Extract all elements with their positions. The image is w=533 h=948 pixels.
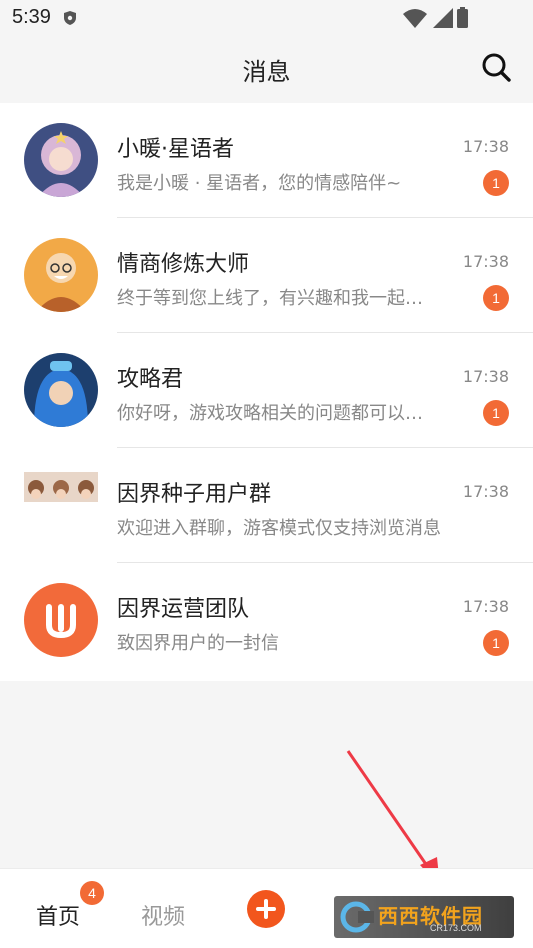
shield-icon — [64, 11, 76, 25]
conversation-time: 17:38 — [462, 597, 509, 616]
watermark-subtext: CR173.COM — [430, 923, 482, 933]
list-item[interactable]: 因界运营团队 17:38 致因界用户的一封信 1 — [0, 563, 533, 678]
unread-badge: 1 — [483, 630, 509, 656]
list-item[interactable]: 情商修炼大师 17:38 终于等到您上线了，有兴趣和我一起… 1 — [0, 218, 533, 333]
wifi-icon — [403, 9, 427, 28]
tab-video[interactable]: 视频 — [141, 899, 185, 931]
conversation-name: 情商修炼大师 — [117, 252, 250, 277]
conversation-preview: 欢迎进入群聊，游客模式仅支持浏览消息 — [117, 518, 441, 539]
conversation-time: 17:38 — [462, 252, 509, 271]
list-item[interactable]: 攻略君 17:38 你好呀，游戏攻略相关的问题都可以… 1 — [0, 333, 533, 448]
conversation-time: 17:38 — [462, 137, 509, 156]
status-time: 5:39 — [12, 6, 51, 28]
unread-badge: 1 — [483, 285, 509, 311]
header: 消息 — [0, 36, 533, 102]
tab-home-badge: 4 — [80, 881, 104, 905]
conversation-preview: 你好呀，游戏攻略相关的问题都可以… — [117, 403, 423, 424]
conversation-name: 因界运营团队 — [117, 597, 250, 622]
avatar — [24, 123, 98, 197]
status-bar: 5:39 — [0, 0, 533, 36]
watermark: 西西软件园 CR173.COM — [334, 896, 514, 938]
list-item[interactable]: 因界种子用户群 17:38 欢迎进入群聊，游客模式仅支持浏览消息 — [0, 448, 533, 563]
avatar — [24, 353, 98, 427]
create-button[interactable] — [247, 890, 285, 928]
watermark-logo — [340, 901, 374, 933]
status-icons — [403, 7, 468, 28]
conversation-preview: 致因界用户的一封信 — [117, 633, 279, 654]
battery-icon — [457, 9, 468, 28]
conversation-name: 小暖·星语者 — [117, 137, 234, 162]
list-item[interactable]: 小暖·星语者 17:38 我是小暖 · 星语者，您的情感陪伴~ 1 — [0, 103, 533, 218]
conversation-list: 小暖·星语者 17:38 我是小暖 · 星语者，您的情感陪伴~ 1 情商修炼大师… — [0, 103, 533, 681]
avatar — [24, 583, 98, 657]
conversation-preview: 终于等到您上线了，有兴趣和我一起… — [117, 288, 423, 309]
search-icon[interactable] — [479, 50, 513, 84]
group-avatar — [24, 472, 98, 502]
conversation-time: 17:38 — [462, 367, 509, 386]
conversation-preview: 我是小暖 · 星语者，您的情感陪伴~ — [117, 173, 402, 194]
tab-home[interactable]: 首页 — [36, 899, 80, 931]
conversation-name: 因界种子用户群 — [117, 482, 272, 507]
avatar — [24, 238, 98, 312]
conversation-name: 攻略君 — [117, 367, 184, 392]
unread-badge: 1 — [483, 400, 509, 426]
conversation-time: 17:38 — [462, 482, 509, 501]
unread-badge: 1 — [483, 170, 509, 196]
signal-icon — [433, 8, 453, 28]
page-title: 消息 — [242, 58, 291, 86]
